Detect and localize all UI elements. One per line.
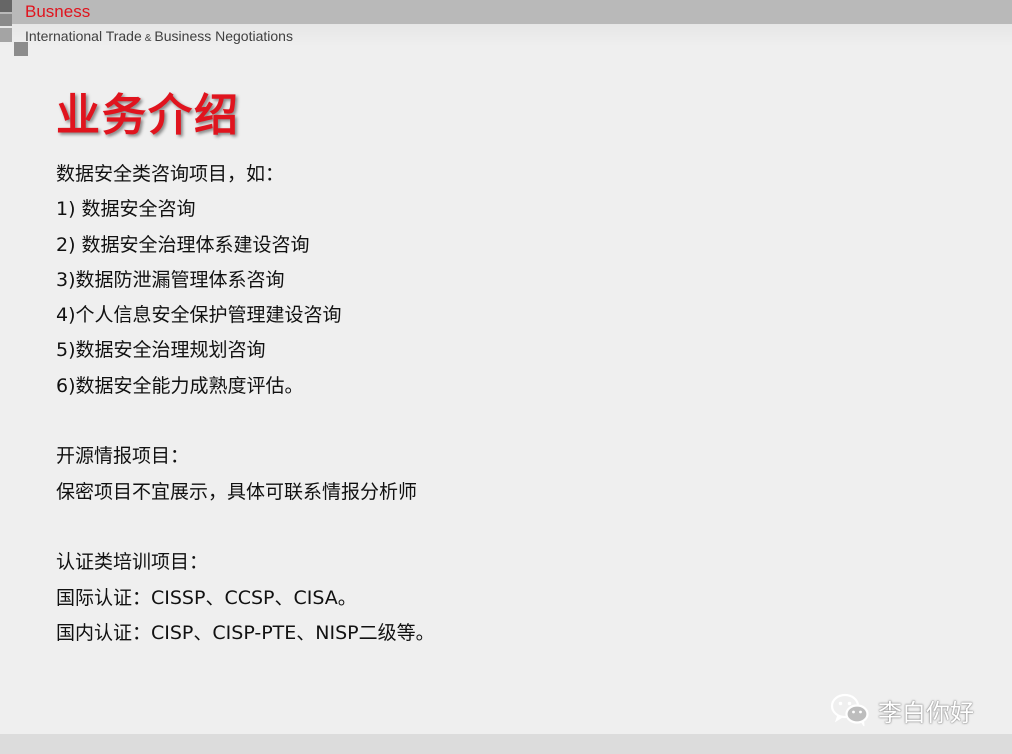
content-line: 5)数据安全治理规划咨询 xyxy=(56,339,266,362)
subtitle-part2: Business Negotiations xyxy=(154,28,293,44)
watermark-text: 李白你好 xyxy=(878,698,974,727)
page-title: 业务介绍 xyxy=(56,90,240,141)
header-subtitle: International Trade & Business Negotiation… xyxy=(25,27,293,48)
decor-square xyxy=(0,14,12,26)
watermark: 李白你好 xyxy=(830,690,974,730)
content-body: 数据安全类咨询项目，如： 1) 数据安全咨询 2) 数据安全治理体系建设咨询 3… xyxy=(56,157,756,651)
header-bar xyxy=(0,0,1012,24)
content-line: 开源情报项目： xyxy=(56,445,190,468)
content-line: 2) 数据安全治理体系建设咨询 xyxy=(56,233,310,256)
content-line: 4)个人信息安全保护管理建设咨询 xyxy=(56,304,342,327)
header-brand: Busness xyxy=(25,2,91,21)
content-line: 国内认证：CISP、CISP-PTE、NISP二级等。 xyxy=(56,621,435,644)
footer-bar xyxy=(0,734,1012,754)
subtitle-ampersand: & xyxy=(144,33,152,44)
content-line: 3)数据防泄漏管理体系咨询 xyxy=(56,268,285,291)
slide: Busness International Trade & Business Neg… xyxy=(0,0,1012,754)
wechat-icon xyxy=(830,693,869,727)
decor-square xyxy=(0,28,12,42)
content-line: 国际认证：CISSP、CCSP、CISA。 xyxy=(56,586,357,609)
content-line: 数据安全类咨询项目，如： xyxy=(56,163,285,185)
content-line: 认证类培训项目： xyxy=(56,551,209,574)
subtitle-part1: International Trade xyxy=(25,28,142,44)
content-line: 保密项目不宜展示，具体可联系情报分析师 xyxy=(56,480,418,503)
content-line: 1) 数据安全咨询 xyxy=(56,198,196,221)
content-line: 6)数据安全能力成熟度评估。 xyxy=(56,374,304,397)
decor-square xyxy=(0,0,12,12)
